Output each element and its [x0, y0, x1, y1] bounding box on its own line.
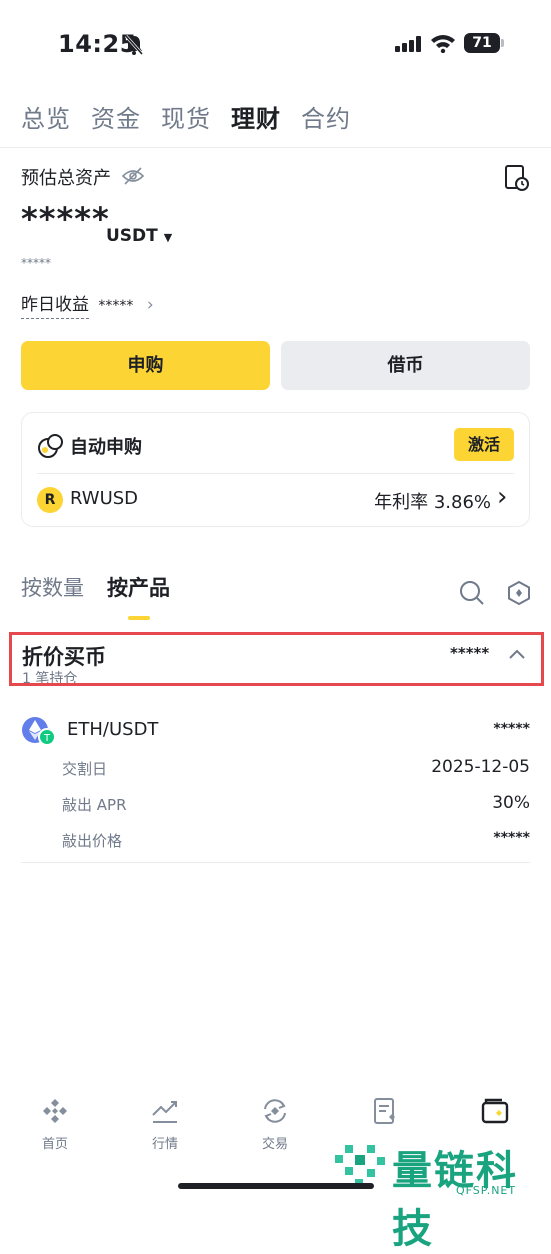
chevron-up-icon[interactable]	[507, 647, 527, 661]
watermark-subtext: QFSP.NET	[456, 1184, 517, 1197]
nav-markets-label: 行情	[151, 1137, 178, 1152]
tab-earn[interactable]: 理财	[231, 99, 281, 134]
holding-pair: ETH/USDT	[67, 719, 159, 740]
currency-label: USDT	[106, 226, 158, 246]
tab-by-product[interactable]: 按产品	[107, 572, 170, 602]
document-icon	[374, 1098, 395, 1124]
yesterday-earnings-value: *****	[98, 298, 134, 314]
nav-assets[interactable]	[440, 1097, 550, 1129]
discount-buy-header[interactable]: 折价买币 1 笔持仓 *****	[9, 632, 544, 686]
svg-text:T: T	[43, 733, 51, 744]
subscribe-button[interactable]: 申购	[21, 341, 270, 390]
tab-funds[interactable]: 资金	[91, 99, 141, 134]
apr-text: 年利率 3.86%	[374, 492, 491, 513]
tabs-divider	[0, 147, 551, 148]
sub-asset-amount: *****	[21, 256, 51, 270]
knockout-price-value: *****	[493, 830, 530, 846]
home-indicator	[178, 1183, 374, 1189]
bell-muted-icon	[124, 35, 144, 55]
rwusd-coin-icon: R	[37, 487, 63, 513]
battery-tip	[501, 39, 504, 47]
knockout-price-label: 敲出价格	[62, 832, 123, 850]
currency-selector[interactable]: USDT ▼	[106, 226, 172, 246]
discount-buy-title: 折价买币	[22, 645, 106, 669]
trade-exchange-icon	[264, 1099, 286, 1123]
nav-markets[interactable]: 行情	[110, 1097, 220, 1152]
rwusd-label: RWUSD	[70, 488, 139, 509]
auto-subscribe-title: 自动申购	[70, 437, 142, 458]
auto-subscribe-icon	[38, 434, 63, 458]
nav-home[interactable]: 首页	[0, 1097, 110, 1152]
delivery-date-label: 交割日	[62, 760, 108, 778]
caret-down-icon: ▼	[163, 231, 173, 244]
home-logo-icon	[43, 1099, 67, 1123]
tab-active-indicator	[128, 616, 150, 620]
discount-buy-count: 1 笔持仓	[22, 671, 78, 686]
chevron-right-icon[interactable]: ›	[497, 482, 507, 512]
chevron-right-icon: ›	[146, 295, 154, 315]
yesterday-earnings-label: 昨日收益	[21, 295, 89, 319]
wallet-icon	[481, 1098, 509, 1124]
yesterday-earnings-row[interactable]: 昨日收益 ***** ›	[21, 290, 154, 319]
delivery-date-value: 2025-12-05	[431, 757, 530, 777]
nav-home-label: 首页	[41, 1137, 68, 1152]
estimated-assets-label: 预估总资产	[21, 168, 111, 189]
eth-coin-icon: T	[22, 717, 55, 746]
tab-futures[interactable]: 合约	[301, 99, 351, 134]
battery-indicator: 71	[464, 33, 500, 53]
knockout-apr-label: 敲出 APR	[62, 796, 127, 814]
nav-orders[interactable]	[330, 1097, 440, 1129]
borrow-button[interactable]: 借币	[281, 341, 530, 390]
total-asset-amount: *****	[21, 200, 110, 238]
holding-value: *****	[493, 721, 530, 737]
knockout-apr-value: 30%	[492, 793, 530, 813]
cellular-signal-icon	[395, 36, 421, 52]
card-divider	[37, 473, 514, 474]
eye-hidden-icon[interactable]	[122, 166, 144, 186]
nav-trade-label: 交易	[261, 1137, 288, 1152]
tab-by-quantity[interactable]: 按数量	[21, 572, 84, 602]
tab-overview[interactable]: 总览	[21, 99, 71, 134]
discount-buy-value: *****	[450, 644, 490, 662]
wifi-icon	[431, 35, 455, 53]
search-icon[interactable]	[459, 580, 485, 606]
holding-divider	[21, 862, 530, 863]
filter-hexagon-icon[interactable]	[507, 580, 531, 606]
history-icon[interactable]	[504, 164, 530, 192]
activate-button[interactable]: 激活	[454, 428, 514, 461]
tab-spot[interactable]: 现货	[161, 99, 211, 134]
nav-trade[interactable]: 交易	[220, 1097, 330, 1152]
chart-trend-icon	[152, 1101, 177, 1123]
